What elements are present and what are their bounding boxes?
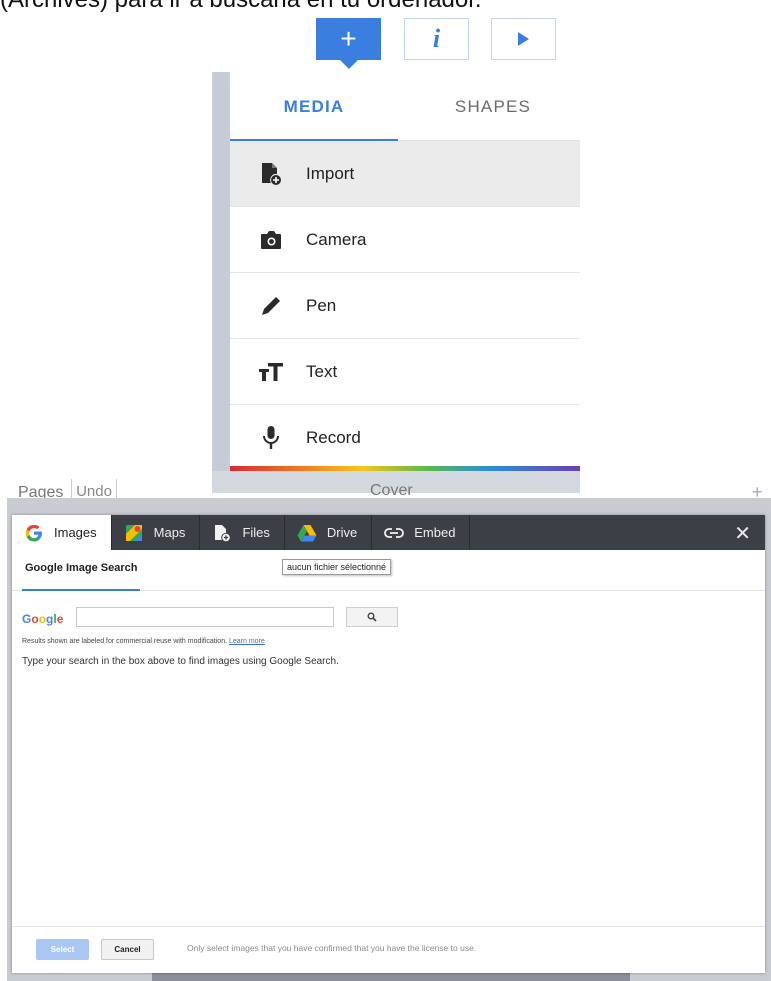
- file-tooltip: aucun fichier sélectionné: [282, 559, 392, 575]
- picker-tabs: Images Maps Files Drive Embed ✕: [12, 515, 765, 550]
- caption-text: (Archives) para ir a buscarla en tu orde…: [0, 0, 771, 16]
- license-note-text: Results shown are labeled for commercial…: [22, 638, 228, 645]
- info-button[interactable]: i: [404, 18, 469, 60]
- drive-icon: [297, 523, 317, 543]
- tab-media[interactable]: MEDIA: [230, 72, 398, 140]
- file-add-icon: [212, 523, 232, 543]
- tab-label: Embed: [414, 525, 456, 540]
- menu-item-label: Camera: [306, 229, 367, 249]
- tab-label: Images: [54, 525, 97, 540]
- camera-icon: [258, 227, 284, 253]
- tab-label: Maps: [153, 525, 186, 540]
- menu-item-import[interactable]: Import: [230, 141, 580, 207]
- tab-label: Drive: [326, 525, 358, 540]
- media-tabs: MEDIA SHAPES: [230, 72, 580, 141]
- search-hint: Type your search in the box above to fin…: [22, 656, 339, 667]
- search-input[interactable]: [76, 607, 334, 627]
- google-icon: [24, 523, 44, 543]
- menu-item-camera[interactable]: Camera: [230, 207, 580, 273]
- tab-embed[interactable]: Embed: [372, 515, 471, 550]
- search-button[interactable]: [346, 607, 398, 627]
- search-row: Google: [22, 607, 422, 627]
- book-page-edge: [212, 72, 230, 493]
- menu-item-label: Text: [306, 361, 338, 381]
- play-icon: [518, 32, 529, 46]
- close-icon[interactable]: ✕: [734, 521, 751, 546]
- tab-images[interactable]: Images: [12, 515, 112, 550]
- pen-icon: [258, 293, 284, 319]
- menu-item-label: Pen: [306, 295, 337, 315]
- play-button[interactable]: [491, 18, 556, 60]
- google-image-search-tab[interactable]: Google Image Search: [25, 562, 137, 574]
- microphone-icon: [258, 425, 284, 451]
- maps-icon: [124, 523, 144, 543]
- dialog-footer: Select Cancel Only select images that yo…: [12, 926, 765, 973]
- cancel-button[interactable]: Cancel: [101, 939, 154, 960]
- media-menu: MEDIA SHAPES Import Camera Pen Text Reco…: [230, 72, 580, 472]
- tab-drive[interactable]: Drive: [285, 515, 373, 550]
- google-logo: Google: [22, 612, 64, 626]
- select-button[interactable]: Select: [36, 939, 89, 960]
- add-button[interactable]: +: [316, 18, 381, 69]
- insert-dialog: Images Maps Files Drive Embed ✕ Google I…: [12, 515, 765, 973]
- link-icon: [384, 523, 405, 543]
- menu-item-text[interactable]: Text: [230, 339, 580, 405]
- tab-shapes[interactable]: SHAPES: [408, 72, 578, 140]
- tab-maps[interactable]: Maps: [112, 515, 201, 550]
- undo-button[interactable]: Undo: [71, 479, 117, 500]
- search-icon: [367, 612, 377, 622]
- learn-more-link[interactable]: Learn more: [229, 638, 265, 645]
- menu-item-pen[interactable]: Pen: [230, 273, 580, 339]
- license-warning: Only select images that you have confirm…: [187, 943, 477, 953]
- text-icon: [258, 359, 284, 385]
- plus-icon: +: [340, 23, 357, 54]
- menu-item-record[interactable]: Record: [230, 405, 580, 471]
- active-subtab-indicator: [22, 589, 140, 591]
- tab-files[interactable]: Files: [200, 515, 285, 550]
- import-file-icon: [258, 161, 284, 187]
- menu-item-label: Record: [306, 427, 361, 447]
- license-note: Results shown are labeled for commercial…: [22, 638, 265, 645]
- info-icon: i: [432, 24, 441, 53]
- tab-label: Files: [242, 525, 270, 540]
- menu-item-label: Import: [306, 163, 355, 183]
